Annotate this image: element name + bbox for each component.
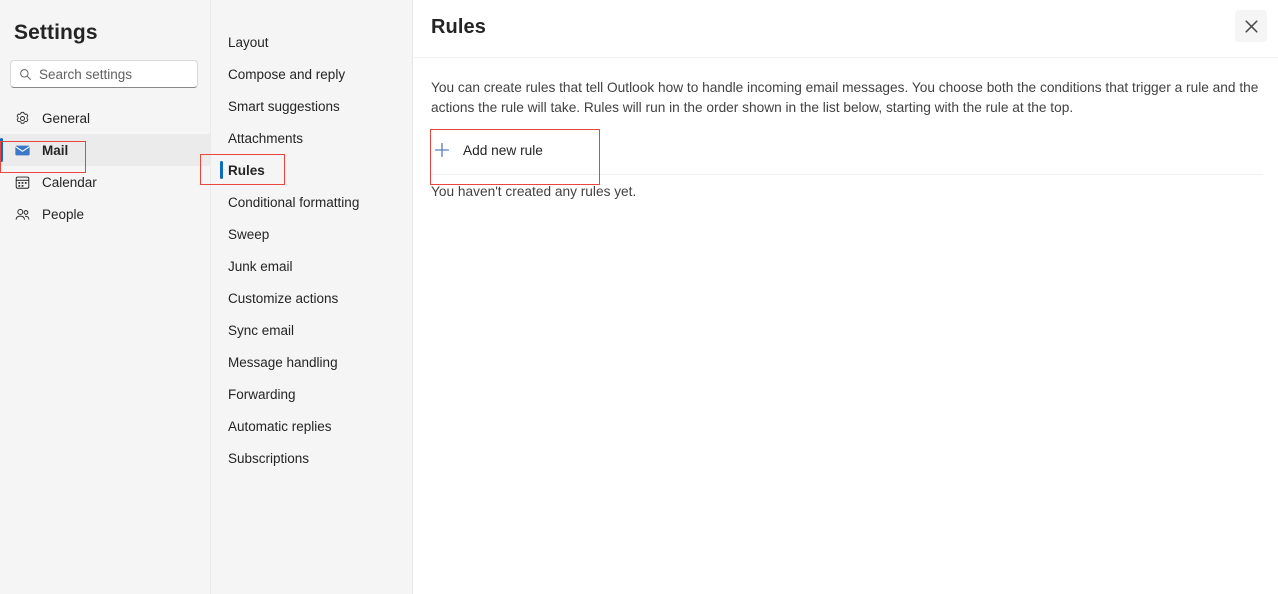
nav-item-sync-email[interactable]: Sync email — [211, 314, 412, 346]
nav-item-sweep[interactable]: Sweep — [211, 218, 412, 250]
rules-panel-header: Rules — [413, 0, 1278, 58]
nav-item-label: Rules — [228, 162, 265, 178]
nav-item-message-handling[interactable]: Message handling — [211, 346, 412, 378]
sidebar-item-label: Mail — [42, 142, 69, 158]
nav-item-label: Automatic replies — [228, 418, 332, 434]
people-icon — [15, 208, 30, 220]
nav-item-rules[interactable]: Rules — [211, 154, 412, 186]
add-new-rule-label: Add new rule — [463, 142, 543, 158]
close-icon — [1244, 19, 1258, 33]
nav-item-label: Compose and reply — [228, 66, 346, 82]
nav-item-label: Forwarding — [228, 386, 296, 402]
sidebar-item-people[interactable]: People — [0, 198, 210, 230]
plus-icon — [434, 142, 450, 158]
nav-item-subscriptions[interactable]: Subscriptions — [211, 442, 412, 474]
page-title: Rules — [431, 16, 486, 38]
nav-item-conditional-formatting[interactable]: Conditional formatting — [211, 186, 412, 218]
rules-panel-body: You can create rules that tell Outlook h… — [413, 58, 1278, 199]
add-rule-zone: Add new rule — [431, 131, 1263, 175]
mail-settings-nav: Layout Compose and reply Smart suggestio… — [210, 0, 413, 594]
sidebar-item-general[interactable]: General — [0, 102, 210, 134]
nav-item-smart-suggestions[interactable]: Smart suggestions — [211, 90, 412, 122]
nav-item-layout[interactable]: Layout — [211, 26, 412, 58]
nav-item-attachments[interactable]: Attachments — [211, 122, 412, 154]
rules-description: You can create rules that tell Outlook h… — [431, 80, 1259, 115]
nav-item-label: Sync email — [228, 322, 295, 338]
close-settings-button[interactable] — [1235, 10, 1267, 42]
search-input[interactable] — [39, 66, 189, 82]
nav-item-label: Smart suggestions — [228, 98, 340, 114]
sidebar-item-calendar[interactable]: Calendar — [0, 166, 210, 198]
nav-item-label: Subscriptions — [228, 450, 310, 466]
sidebar-item-label: Calendar — [42, 174, 97, 190]
nav-item-label: Layout — [228, 34, 269, 50]
nav-item-label: Sweep — [228, 226, 270, 242]
search-icon — [20, 68, 31, 80]
settings-dialog: Settings General Mail — [0, 0, 1278, 594]
nav-item-label: Attachments — [228, 130, 304, 146]
nav-item-automatic-replies[interactable]: Automatic replies — [211, 410, 412, 442]
nav-item-forwarding[interactable]: Forwarding — [211, 378, 412, 410]
nav-item-customize-actions[interactable]: Customize actions — [211, 282, 412, 314]
nav-item-label: Junk email — [228, 258, 293, 274]
nav-item-label: Conditional formatting — [228, 194, 360, 210]
mail-icon — [15, 145, 30, 155]
rules-empty-state: You haven't created any rules yet. — [431, 184, 637, 199]
sidebar-item-label: General — [42, 110, 91, 126]
gear-icon — [16, 111, 29, 124]
search-settings-box[interactable] — [10, 60, 198, 88]
settings-title: Settings — [14, 21, 98, 44]
nav-item-junk-email[interactable]: Junk email — [211, 250, 412, 282]
rules-list-divider — [431, 174, 1263, 175]
settings-sidebar: Settings General Mail — [0, 0, 210, 594]
calendar-icon — [15, 176, 30, 189]
add-new-rule-button[interactable]: Add new rule — [431, 131, 549, 169]
nav-item-label: Message handling — [228, 354, 338, 370]
nav-item-label: Customize actions — [228, 290, 339, 306]
sidebar-item-mail[interactable]: Mail — [0, 134, 210, 166]
sidebar-list: General Mail Calendar People — [0, 102, 210, 230]
rules-panel: Rules You can create rules that tell Out… — [200, 0, 1278, 594]
nav-item-compose-and-reply[interactable]: Compose and reply — [211, 58, 412, 90]
sidebar-item-label: People — [42, 206, 85, 222]
